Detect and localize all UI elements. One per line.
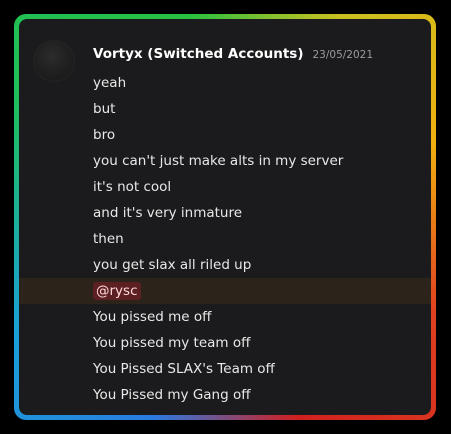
message-line: and it's very inmature — [93, 205, 243, 221]
message-line: You pissed me off — [93, 309, 212, 325]
message-timestamp: 23/05/2021 — [312, 49, 374, 61]
message-line: You Pissed my Gang off — [93, 387, 251, 403]
message-line: you can't just make alts in my server — [93, 153, 344, 169]
message-header: Vortyx (Switched Accounts) 23/05/2021 — [93, 46, 373, 62]
message-line: You pissed my team off — [93, 335, 251, 351]
message-list: yeah but bro you can't just make alts in… — [19, 70, 431, 408]
mention-message-line: @rysc — [19, 278, 431, 304]
message-line: it's not cool — [93, 179, 172, 195]
message-line: You Pissed SLAX's Team off — [93, 361, 275, 377]
message-line: you get slax all riled up — [93, 257, 252, 273]
message-panel: Vortyx (Switched Accounts) 23/05/2021 ye… — [19, 19, 431, 415]
message-line: but — [93, 101, 116, 117]
author-name[interactable]: Vortyx (Switched Accounts) — [93, 46, 304, 62]
user-mention[interactable]: @rysc — [93, 282, 141, 300]
message-line: then — [93, 231, 124, 247]
rainbow-border-frame: Vortyx (Switched Accounts) 23/05/2021 ye… — [14, 14, 436, 420]
message-line: yeah — [93, 75, 127, 91]
message-line: bro — [93, 127, 116, 143]
